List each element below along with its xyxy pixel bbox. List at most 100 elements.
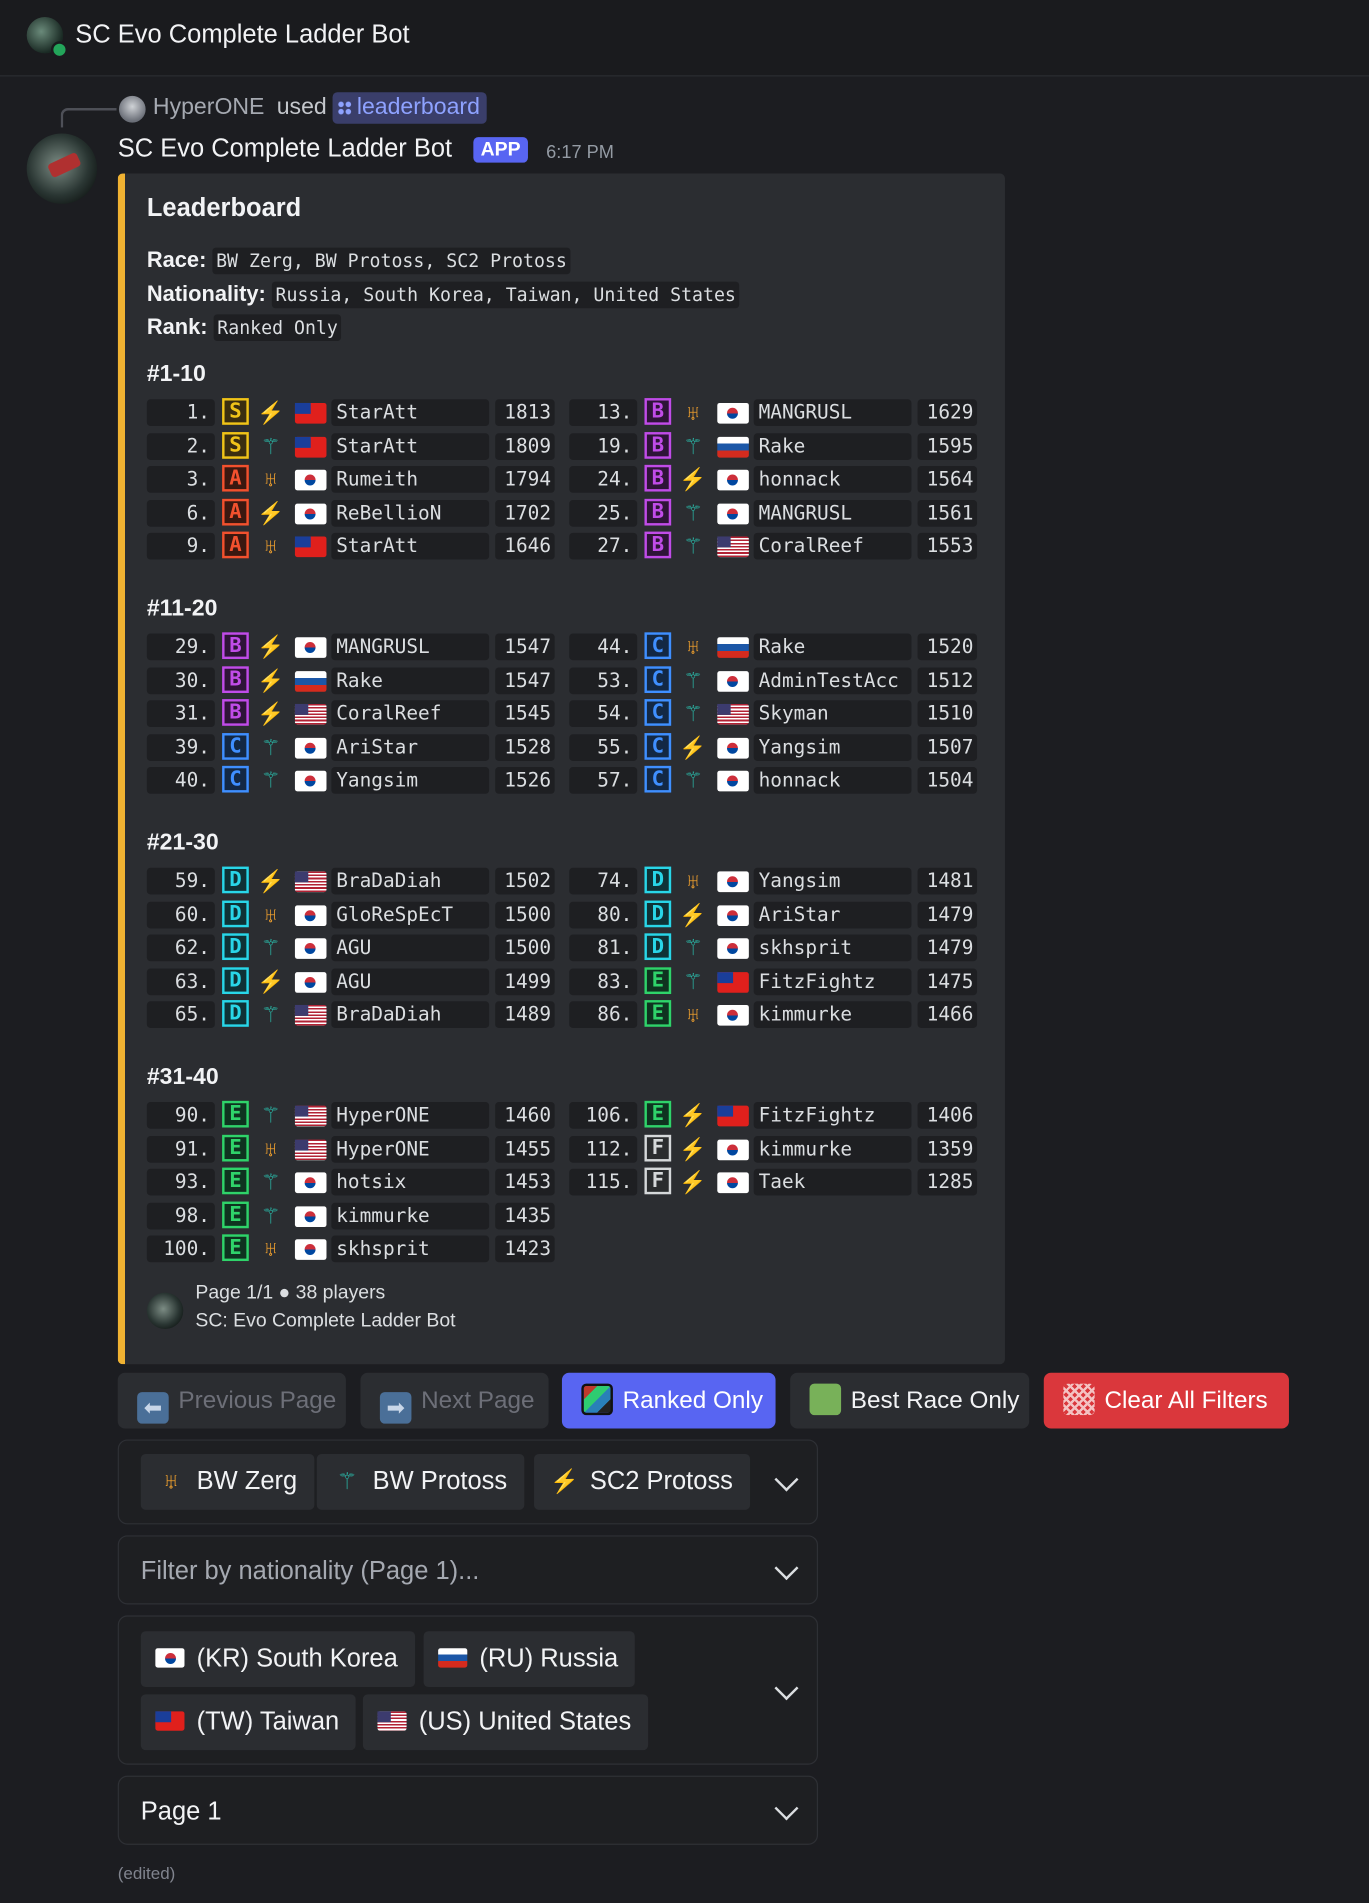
- rank-number: 57.: [569, 767, 638, 794]
- best-race-only-button[interactable]: Best Race Only: [790, 1372, 1030, 1429]
- leaderboard-row: 106. E ⚡ FitzFightz 1406: [569, 1100, 982, 1131]
- nationality-chip-kr[interactable]: (KR) South Korea: [140, 1631, 415, 1688]
- clear-all-filters-button[interactable]: Clear All Filters: [1043, 1372, 1289, 1429]
- race-chip-bw-zerg[interactable]: ♅ BW Zerg: [140, 1454, 315, 1510]
- player-name: Taek: [753, 1168, 912, 1196]
- sc2-protoss-icon: ⚡: [257, 400, 285, 425]
- leaderboard-row: 65. D ⚚ BraDaDiah 1489: [146, 1000, 560, 1030]
- rank-number: 106.: [569, 1102, 638, 1129]
- player-name: Yangsim: [331, 767, 490, 794]
- player-name: CoralReef: [753, 532, 912, 560]
- race-chip-sc2-protoss[interactable]: ⚡ SC2 Protoss: [534, 1454, 750, 1510]
- player-score: 1460: [495, 1102, 555, 1129]
- nationality-chip-tw[interactable]: (TW) Taiwan: [140, 1694, 357, 1751]
- sc2-protoss-icon: ⚡: [679, 467, 707, 492]
- rank-number: 2.: [146, 432, 215, 460]
- flag-icon-us: [294, 703, 327, 725]
- player-name: Yangsim: [753, 867, 912, 895]
- flag-icon-tw: [717, 1105, 749, 1127]
- clear-all-filters-label: Clear All Filters: [1104, 1387, 1268, 1414]
- player-score: 1629: [917, 399, 978, 427]
- bw-zerg-icon: ♅: [162, 1469, 180, 1496]
- leaderboard-row: 81. D ⚚ skhsprit 1479: [569, 933, 982, 964]
- player-name: GloReSpEcT: [331, 901, 490, 928]
- sc2-protoss-icon: ⚡: [679, 1136, 707, 1161]
- reply-username[interactable]: HyperONE: [153, 95, 264, 122]
- ranked-only-button[interactable]: Ranked Only: [561, 1372, 776, 1429]
- player-score: 1500: [495, 934, 555, 962]
- leaderboard-row: 90. E ⚚ HyperONE 1460: [146, 1100, 560, 1131]
- tier-letter-badge: C: [644, 632, 672, 660]
- player-score: 1507: [917, 733, 978, 761]
- bw-zerg-icon: ♅: [684, 400, 702, 425]
- rank-number: 93.: [146, 1168, 215, 1196]
- flag-icon-kr: [294, 971, 327, 993]
- bot-avatar[interactable]: [26, 133, 98, 204]
- tier-letter-badge: E: [222, 1200, 249, 1228]
- section-header: #21-30: [146, 830, 219, 856]
- sc2-protoss-icon: ⚡: [257, 668, 285, 693]
- player-name: HyperONE: [331, 1102, 490, 1129]
- race-chip-bw-protoss[interactable]: ⚚ BW Protoss: [316, 1454, 525, 1510]
- nationality-select[interactable]: (KR) South Korea (RU) Russia (TW) Taiwan…: [117, 1615, 819, 1765]
- rank-number: 44.: [569, 633, 638, 661]
- tier-letter-badge: B: [644, 464, 672, 492]
- bw-protoss-icon: ⚚: [260, 1170, 281, 1195]
- flag-icon-kr: [294, 938, 327, 959]
- leaderboard-row: 93. E ⚚ hotsix 1453: [146, 1167, 560, 1198]
- next-page-button[interactable]: ➡ Next Page: [360, 1372, 549, 1429]
- bw-protoss-icon: ⚚: [260, 433, 281, 459]
- player-score: 1406: [917, 1102, 978, 1129]
- reply-user-avatar[interactable]: [118, 95, 146, 123]
- leaderboard-row: 59. D ⚡ BraDaDiah 1502: [146, 866, 560, 897]
- leaderboard-row: 91. E ♅ HyperONE 1455: [146, 1134, 560, 1164]
- united-states-flag-icon: [377, 1711, 407, 1731]
- previous-page-button[interactable]: ⬅ Previous Page: [117, 1372, 346, 1429]
- channel-title: SC Evo Complete Ladder Bot: [75, 20, 410, 49]
- player-name: Rake: [331, 666, 490, 694]
- tier-letter-badge: E: [644, 1100, 672, 1128]
- page-select[interactable]: Page 1: [117, 1775, 819, 1845]
- nationality-chip-ru[interactable]: (RU) Russia: [423, 1631, 636, 1688]
- rank-number: 74.: [569, 867, 638, 895]
- bw-protoss-icon: ⚚: [683, 701, 703, 726]
- player-name: kimmurke: [753, 1135, 912, 1163]
- leaderboard-row: 112. F ⚡ kimmurke 1359: [569, 1134, 982, 1164]
- nationality-chip-label: (KR) South Korea: [196, 1644, 398, 1673]
- leaderboard-row: 115. F ⚡ Taek 1285: [569, 1167, 982, 1198]
- russia-flag-icon: [438, 1648, 468, 1668]
- bw-protoss-icon: ⚚: [683, 433, 703, 459]
- online-status-icon: [50, 41, 68, 59]
- player-score: 1489: [495, 1001, 555, 1029]
- leaderboard-row: 55. C ⚡ Yangsim 1507: [569, 732, 982, 763]
- message-timestamp[interactable]: 6:17 PM: [546, 142, 614, 163]
- leaderboard-row: 13. B ♅ MANGRUSL 1629: [569, 398, 982, 428]
- rank-number: 98.: [146, 1202, 215, 1229]
- race-select[interactable]: ♅ BW Zerg ⚚ BW Protoss ⚡ SC2 Protoss: [117, 1439, 819, 1525]
- player-score: 1595: [917, 432, 978, 460]
- rank-number: 91.: [146, 1135, 215, 1163]
- player-name: StarAtt: [331, 399, 490, 427]
- tier-letter-badge: D: [644, 866, 672, 894]
- nationality-page-select[interactable]: Filter by nationality (Page 1)...: [117, 1535, 819, 1605]
- player-name: skhsprit: [753, 934, 912, 962]
- tier-letter-badge: C: [644, 699, 672, 726]
- sc2-protoss-icon: ⚡: [679, 902, 707, 927]
- sc2-protoss-icon: ⚡: [679, 734, 707, 760]
- next-page-label: Next Page: [421, 1387, 535, 1414]
- flag-icon-ru: [717, 637, 749, 658]
- bw-protoss-icon: ⚚: [260, 734, 281, 760]
- nationality-chip-label: (US) United States: [418, 1707, 632, 1736]
- chevron-down-icon: [774, 1467, 799, 1492]
- flag-icon-kr: [294, 770, 327, 792]
- rank-number: 30.: [146, 666, 215, 694]
- leaderboard-row: 40. C ⚚ Yangsim 1526: [146, 765, 560, 796]
- rank-number: 1.: [146, 399, 215, 427]
- player-score: 1520: [917, 633, 978, 661]
- page-select-value: Page 1: [140, 1797, 222, 1826]
- message-author[interactable]: SC Evo Complete Ladder Bot: [118, 135, 452, 164]
- flag-icon-kr: [717, 1004, 749, 1026]
- nationality-chip-us[interactable]: (US) United States: [362, 1694, 649, 1751]
- command-mention[interactable]: leaderboard: [332, 92, 488, 124]
- leaderboard-row: 80. D ⚡ AriStar 1479: [569, 899, 982, 930]
